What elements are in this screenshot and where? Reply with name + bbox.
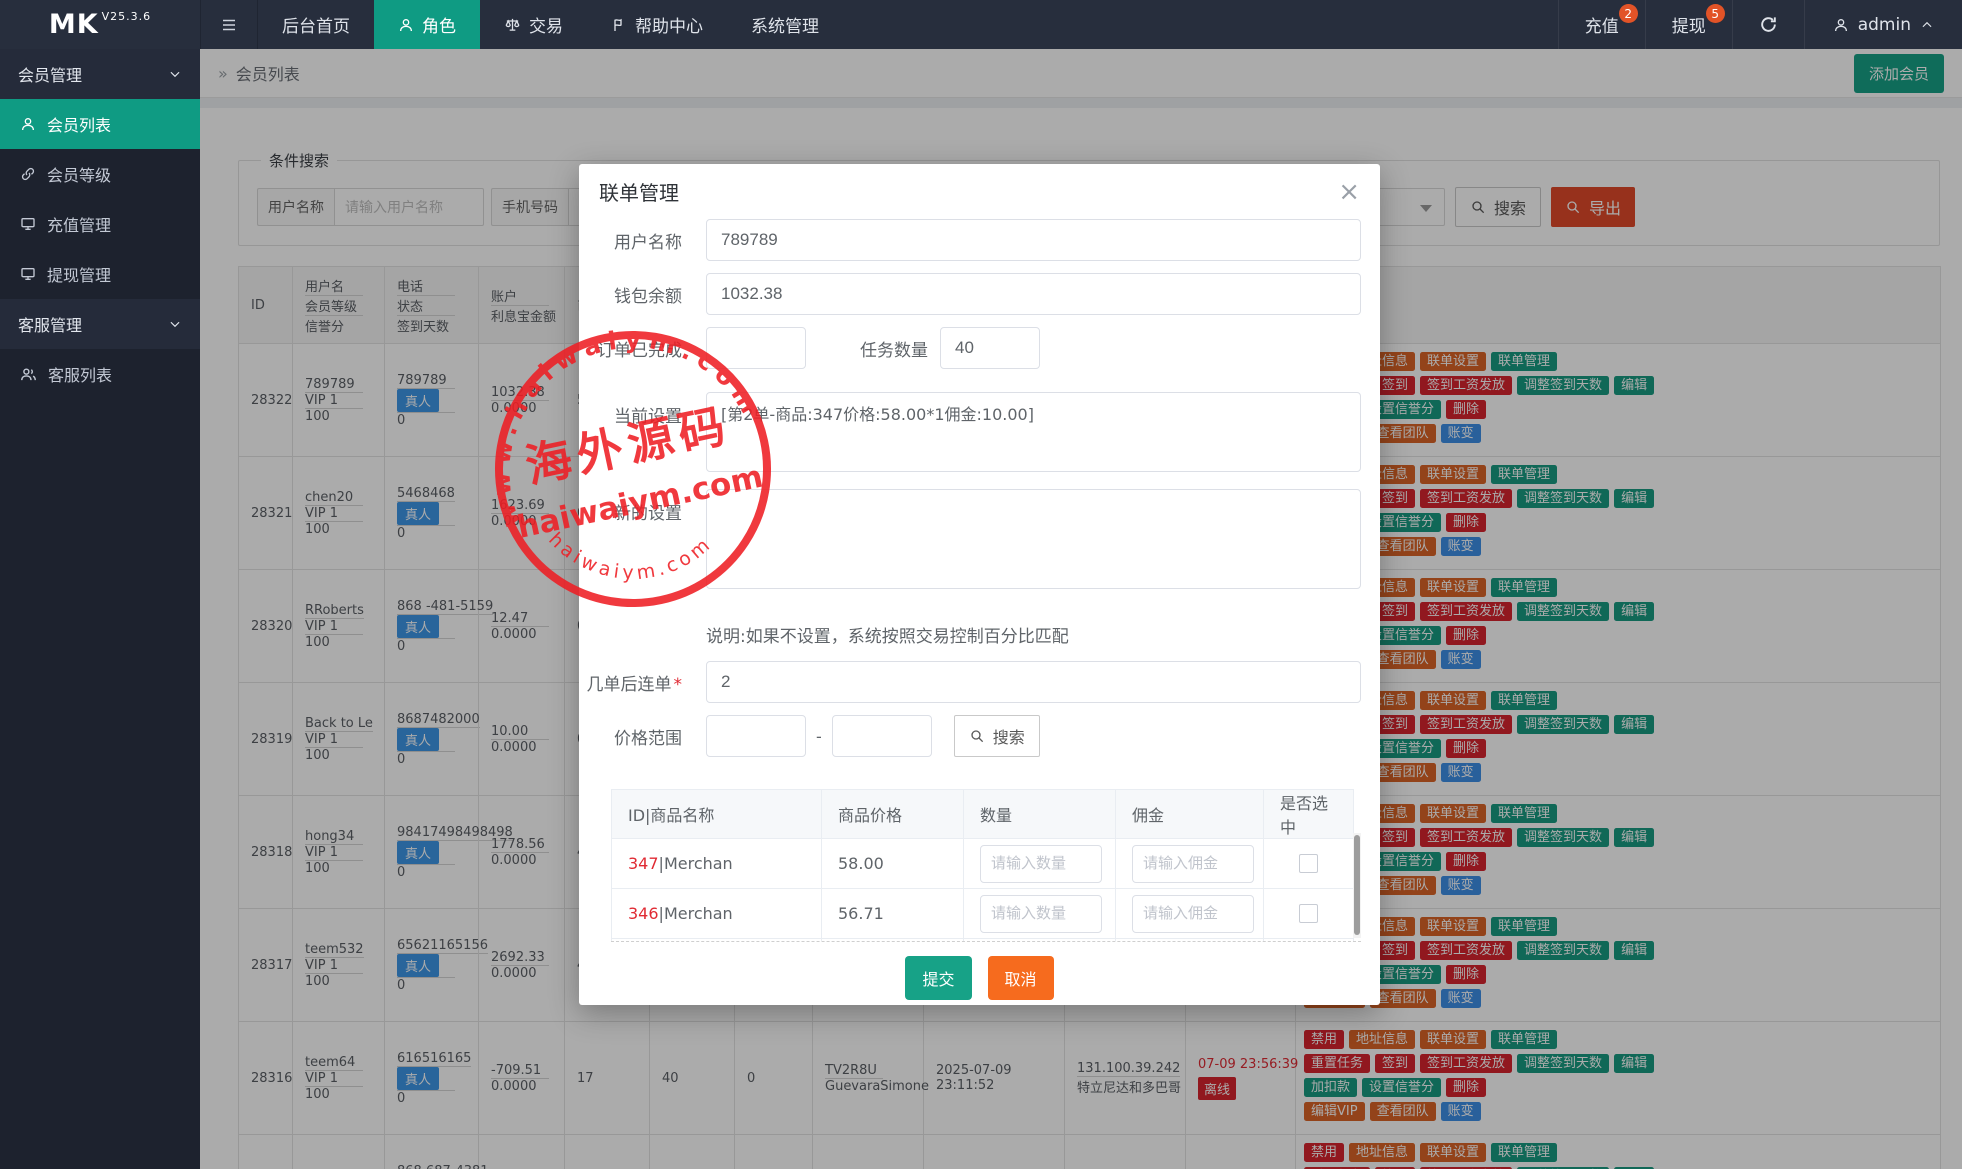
product-row: 347|Merchan 58.00 (612, 839, 1354, 889)
hamburger-icon (220, 16, 238, 34)
product-table-wrap: ID|商品名称商品价格数量佣金是否选中 347|Merchan 58.00 34… (611, 789, 1361, 942)
refresh-icon (1759, 15, 1778, 34)
nav-right: 充值2提现5 admin (1558, 0, 1962, 49)
task-count-input[interactable] (940, 327, 1040, 369)
username-label: 用户名称 (579, 228, 706, 253)
modal-body: 用户名称 钱包余额 订单已完成 任务数量 当前设置 [第2单-商品:347价格:… (579, 219, 1380, 1000)
notification-badge: 5 (1706, 4, 1725, 23)
flag-icon (611, 17, 627, 33)
wallet-balance-input[interactable] (706, 273, 1361, 315)
sidebar-item[interactable]: 客服列表 (0, 349, 200, 399)
sidebar-item[interactable]: 会员等级 (0, 149, 200, 199)
quantity-input[interactable] (980, 845, 1102, 883)
price-min-input[interactable] (706, 715, 806, 757)
monitor-icon (20, 266, 36, 282)
nav-item[interactable]: 交易 (480, 0, 587, 49)
modal-footer: 提交 取消 (579, 956, 1380, 1000)
new-setting-label: 新的设置 (579, 489, 706, 524)
monitor-icon (20, 216, 36, 232)
price-range-label: 价格范围 (579, 724, 706, 749)
link-icon (20, 166, 36, 182)
select-checkbox[interactable] (1299, 904, 1318, 923)
person-icon (398, 17, 414, 33)
nav-item[interactable]: 角色 (374, 0, 480, 49)
orders-completed-label: 订单已完成 (579, 336, 706, 361)
app-logo: MKV25.3.6 (0, 0, 200, 49)
sidebar-item[interactable]: 会员列表 (0, 99, 200, 149)
nav-shortcut[interactable]: 提现5 (1645, 0, 1732, 49)
chevron-up-icon (1920, 18, 1934, 32)
admin-menu[interactable]: admin (1804, 0, 1962, 49)
modal-header: 联单管理 × (579, 164, 1380, 219)
setting-note: 说明:如果不设置，系统按照交易控制百分比匹配 (706, 622, 1380, 647)
current-setting-textarea[interactable]: [第2单-商品:347价格:58.00*1佣金:10.00] (706, 392, 1361, 472)
sidebar: 会员管理会员列表会员等级充值管理提现管理客服管理客服列表 (0, 49, 200, 1169)
chevron-down-icon (168, 67, 182, 81)
refresh-button[interactable] (1732, 0, 1804, 49)
nav-menu: 后台首页角色交易帮助中心系统管理 (258, 0, 843, 49)
nav-item[interactable]: 后台首页 (258, 0, 374, 49)
nav-shortcut[interactable]: 充值2 (1558, 0, 1645, 49)
person-icon (20, 116, 36, 132)
nav-item[interactable]: 系统管理 (727, 0, 843, 49)
modal-search-button[interactable]: 搜索 (954, 715, 1040, 757)
task-count-label: 任务数量 (860, 336, 928, 361)
sidebar-group[interactable]: 客服管理 (0, 299, 200, 349)
product-row (612, 939, 1354, 943)
users-icon (20, 366, 37, 383)
sidebar-item[interactable]: 提现管理 (0, 249, 200, 299)
wallet-balance-label: 钱包余额 (579, 282, 706, 307)
current-setting-label: 当前设置 (579, 392, 706, 427)
username-input[interactable] (706, 219, 1361, 261)
required-asterisk: * (674, 675, 683, 695)
orders-completed-input[interactable] (706, 327, 806, 369)
product-column-header: 商品价格 (822, 790, 964, 839)
sidebar-group[interactable]: 会员管理 (0, 49, 200, 99)
new-setting-textarea[interactable] (706, 489, 1361, 589)
sidebar-item[interactable]: 充值管理 (0, 199, 200, 249)
scales-icon (504, 16, 521, 33)
scrollbar[interactable] (1353, 833, 1361, 938)
close-icon[interactable]: × (1338, 179, 1360, 205)
select-checkbox[interactable] (1299, 854, 1318, 873)
notification-badge: 2 (1619, 4, 1638, 23)
chain-after-input[interactable] (706, 661, 1361, 703)
app-version: V25.3.6 (102, 10, 152, 23)
price-max-input[interactable] (832, 715, 932, 757)
chevron-down-icon (168, 317, 182, 331)
cancel-button[interactable]: 取消 (988, 956, 1054, 1000)
product-column-header: 是否选中 (1264, 790, 1354, 839)
modal-title: 联单管理 (599, 177, 679, 206)
product-column-header: 数量 (964, 790, 1116, 839)
submit-button[interactable]: 提交 (905, 956, 971, 1000)
chain-after-label: 几单后连单* (579, 670, 706, 695)
product-column-header: ID|商品名称 (612, 790, 822, 839)
product-row: 346|Merchan 56.71 (612, 889, 1354, 939)
chain-order-modal: 联单管理 × 用户名称 钱包余额 订单已完成 任务数量 当前设置 [第2单-商品… (579, 164, 1380, 1005)
quantity-input[interactable] (980, 895, 1102, 933)
product-column-header: 佣金 (1116, 790, 1264, 839)
price-range-dash: - (816, 727, 822, 746)
commission-input[interactable] (1132, 845, 1254, 883)
top-navbar: MKV25.3.6 后台首页角色交易帮助中心系统管理 充值2提现5 admin (0, 0, 1962, 49)
scrollbar-thumb[interactable] (1354, 835, 1360, 935)
product-table: ID|商品名称商品价格数量佣金是否选中 347|Merchan 58.00 34… (611, 789, 1354, 942)
person-icon (1833, 17, 1849, 33)
search-icon (969, 728, 985, 744)
nav-item[interactable]: 帮助中心 (587, 0, 727, 49)
commission-input[interactable] (1132, 895, 1254, 933)
sidebar-toggle-button[interactable] (200, 0, 258, 49)
